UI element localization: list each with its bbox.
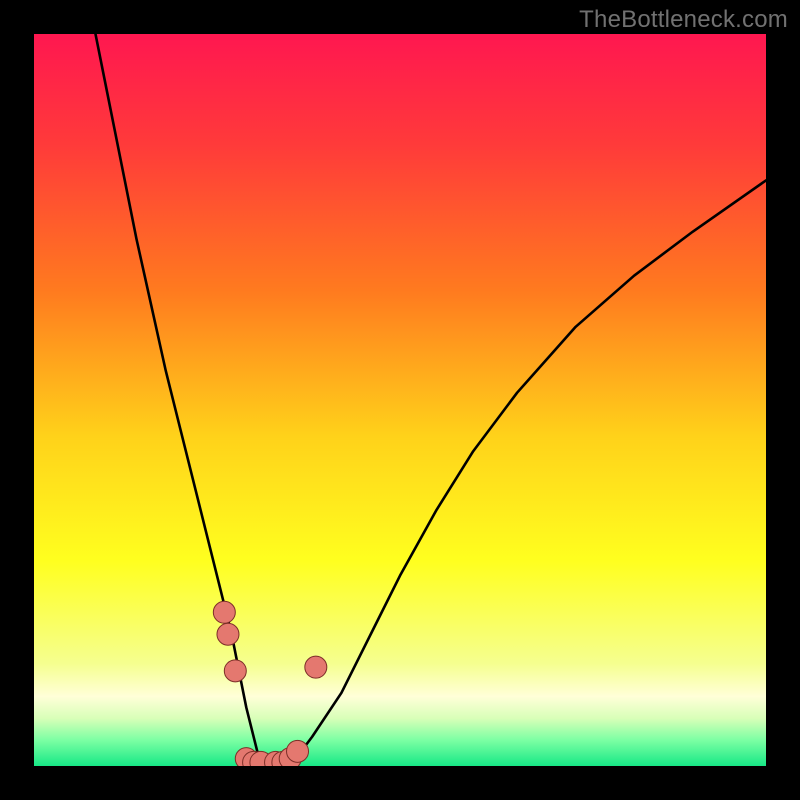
watermark-text: TheBottleneck.com bbox=[579, 6, 788, 34]
data-marker bbox=[213, 601, 235, 623]
data-marker bbox=[217, 623, 239, 645]
plot-area bbox=[34, 34, 766, 766]
data-marker bbox=[224, 660, 246, 682]
data-marker bbox=[287, 740, 309, 762]
chart-frame: TheBottleneck.com bbox=[0, 0, 800, 800]
gradient-background bbox=[34, 34, 766, 766]
data-marker bbox=[305, 656, 327, 678]
bottleneck-curve-chart bbox=[34, 34, 766, 766]
